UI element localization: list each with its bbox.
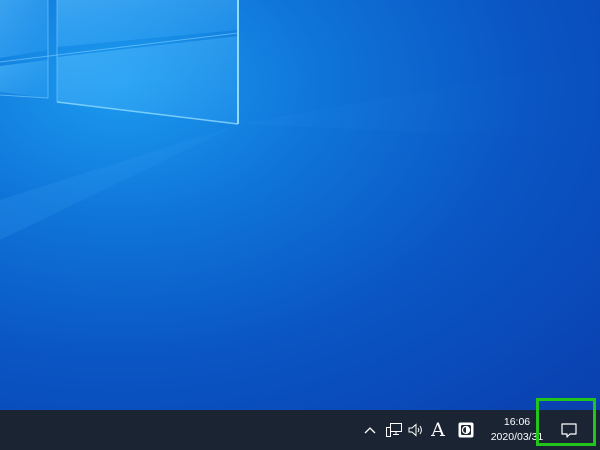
network-wired-icon [386,423,402,437]
input-method-button[interactable]: A [428,410,448,450]
chevron-up-icon [364,427,376,434]
network-button[interactable] [383,410,405,450]
security-button[interactable] [456,410,476,450]
desktop[interactable] [0,0,600,410]
show-hidden-icons-button[interactable] [361,410,379,450]
action-center-message-icon[interactable] [559,420,579,440]
taskbar: A 16:06 2020/03/31 [0,410,600,450]
windows-logo-wallpaper [0,0,600,240]
ime-mode-label: A [431,418,445,441]
clock-time: 16:06 [503,416,531,428]
volume-button[interactable] [405,410,427,450]
security-shield-icon [458,422,474,438]
speaker-volume-icon [408,423,422,437]
